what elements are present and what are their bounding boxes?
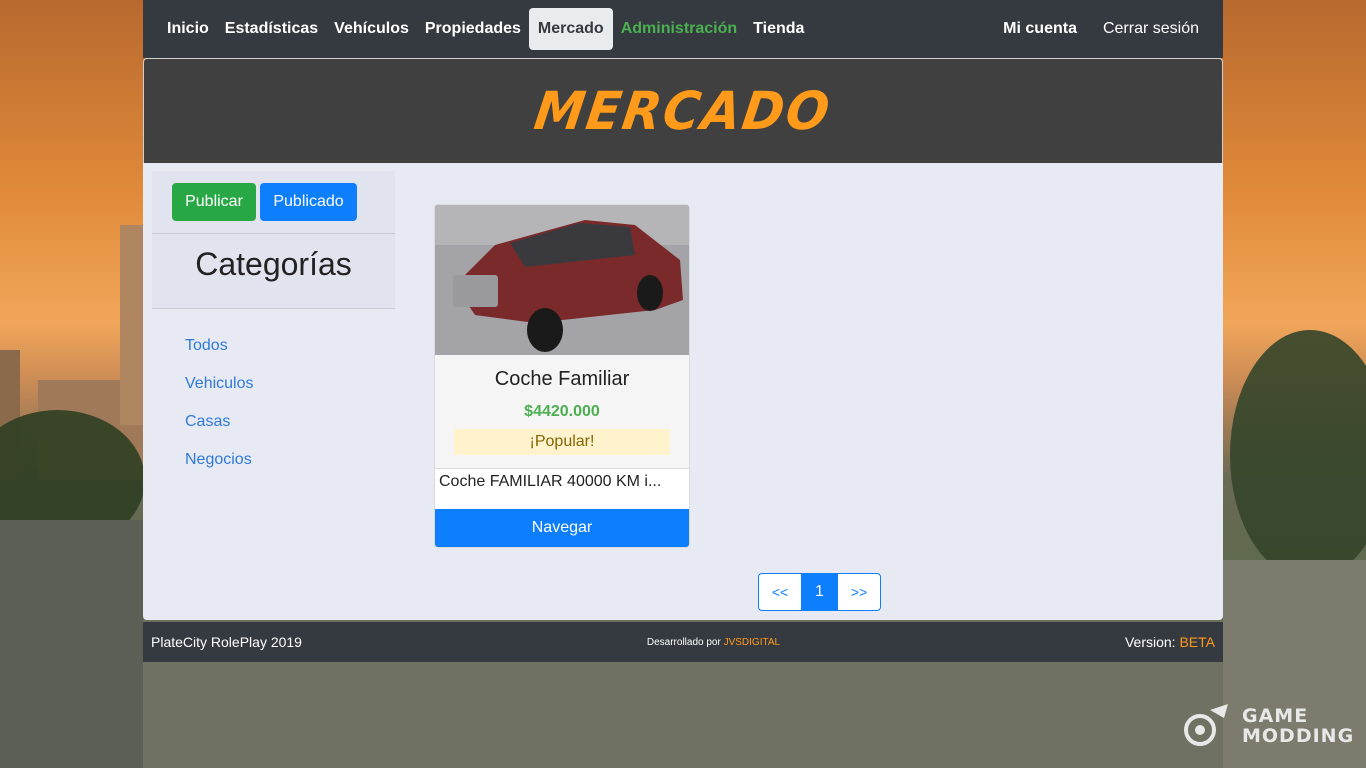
category-todos[interactable]: Todos (185, 337, 395, 375)
gear-controller-icon (1184, 704, 1228, 746)
watermark-text: GAME MODDING (1242, 706, 1354, 746)
pagination-prev[interactable]: << (758, 573, 802, 611)
sidebar-actions: Publicar Publicado (152, 171, 395, 234)
footer: PlateCity RolePlay 2019 Desarrollado por… (143, 622, 1223, 662)
watermark-line2: MODDING (1242, 725, 1355, 747)
footer-dev-prefix: Desarrollado por (646, 636, 721, 648)
top-navbar: Inicio Estadísticas Vehículos Propiedade… (143, 0, 1223, 58)
footer-version-label: Version: (1124, 634, 1176, 650)
footer-version: Version: BETA (1125, 634, 1215, 650)
main-content: Publicar Publicado Categorías Todos Vehi… (143, 163, 1223, 620)
footer-version-value: BETA (1179, 634, 1215, 650)
nav-administracion[interactable]: Administración (613, 9, 745, 49)
nav-account-group: Mi cuenta Cerrar sesión (985, 9, 1207, 49)
category-vehiculos[interactable]: Vehiculos (185, 375, 395, 413)
gamemodding-watermark: GAME MODDING (1180, 702, 1354, 750)
nav-estadisticas[interactable]: Estadísticas (217, 9, 326, 49)
footer-copyright: PlateCity RolePlay 2019 (151, 634, 302, 650)
pagination-next[interactable]: >> (837, 573, 881, 611)
nav-mi-cuenta[interactable]: Mi cuenta (995, 9, 1085, 49)
nav-tienda[interactable]: Tienda (745, 9, 812, 49)
nav-propiedades[interactable]: Propiedades (417, 9, 529, 49)
categories-title: Categorías (195, 246, 352, 282)
listing-price: $4420.000 (524, 403, 600, 420)
sidebar: Publicar Publicado Categorías Todos Vehi… (152, 171, 395, 489)
footer-developer: Desarrollado por JVSDIGITAL (647, 637, 780, 648)
publish-button[interactable]: Publicar (172, 183, 256, 221)
listing-image (435, 205, 689, 355)
navigate-button[interactable]: Navegar (435, 509, 689, 547)
page-title: MERCADO (530, 80, 836, 142)
listing-description: Coche FAMILIAR 40000 KM i... (435, 468, 689, 510)
nav-cerrar-sesion[interactable]: Cerrar sesión (1095, 9, 1207, 49)
nav-mercado[interactable]: Mercado (528, 8, 613, 50)
published-button[interactable]: Publicado (260, 183, 357, 221)
pagination: << 1 >> (758, 573, 881, 611)
car-image (435, 205, 689, 355)
category-list: Todos Vehiculos Casas Negocios (152, 309, 395, 489)
popular-badge: ¡Popular! (454, 429, 670, 455)
category-negocios[interactable]: Negocios (185, 451, 395, 489)
app-shell: Inicio Estadísticas Vehículos Propiedade… (143, 0, 1223, 662)
listing-body: Coche Familiar $4420.000 ¡Popular! (435, 355, 689, 468)
category-casas[interactable]: Casas (185, 413, 395, 451)
watermark-line1: GAME (1242, 705, 1309, 727)
nav-vehiculos[interactable]: Vehículos (326, 9, 417, 49)
page-header: MERCADO (143, 58, 1223, 163)
listing-card: Coche Familiar $4420.000 ¡Popular! Coche… (434, 204, 690, 548)
sidebar-header: Publicar Publicado Categorías (152, 171, 395, 309)
footer-dev-name[interactable]: JVSDIGITAL (724, 637, 781, 648)
listing-title: Coche Familiar (494, 368, 630, 390)
nav-inicio[interactable]: Inicio (159, 9, 217, 49)
pagination-page-1[interactable]: 1 (802, 573, 837, 611)
